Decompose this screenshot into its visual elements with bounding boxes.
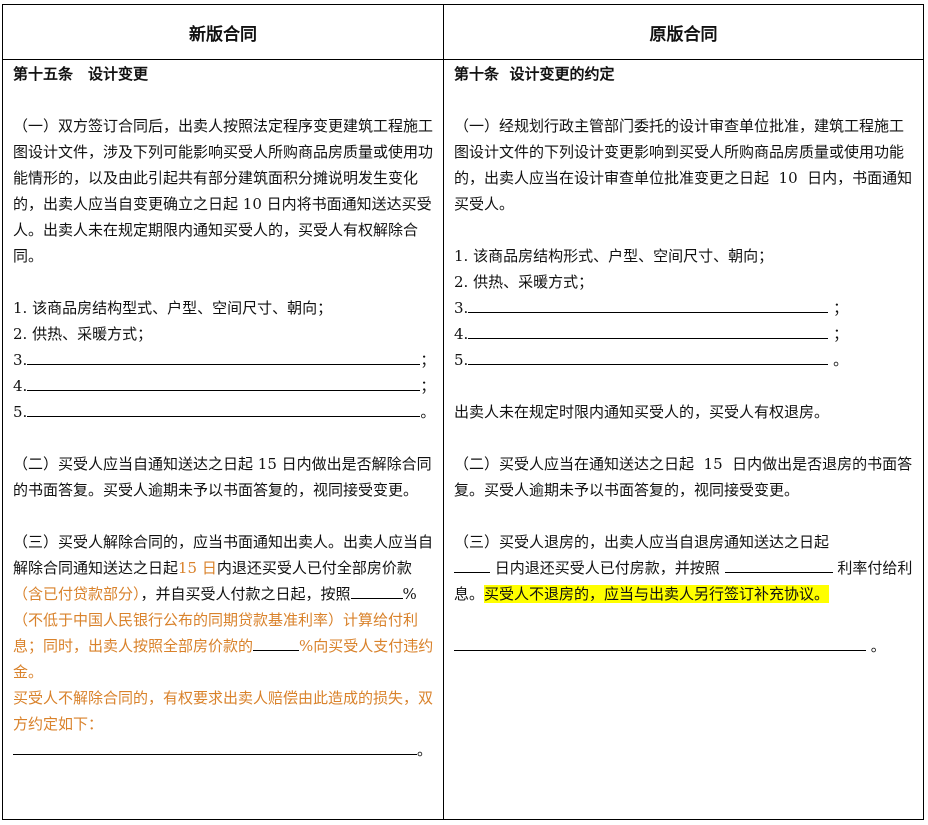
orig-item-5: 5. 。 [454,347,916,373]
new-item-1: 1. 该商品房结构型式、户型、空间尺寸、朝向； [13,299,333,317]
new-clause-3: （三）买受人解除合同的，应当书面通知出卖人。出卖人应当自解除合同通知送达之日起1… [13,533,434,681]
new-contract-cell: 第十五条 设计变更 （一）双方签订合同后，出卖人按照法定程序变更建筑工程施工图设… [13,61,437,763]
header-new-contract: 新版合同 [189,24,257,45]
new-item-2: 2. 供热、采暖方式； [13,325,153,343]
orig-clause-1: （一）经规划行政主管部门委托的设计审查单位批准，建筑工程施工图设计文件的下列设计… [454,117,913,213]
orig-clause-2: （二）买受人应当在通知送达之日起 15 日内做出是否退房的书面答复。买受人逾期未… [454,455,913,499]
new-clause-3-no-cancel: 买受人不解除合同的，有权要求出卖人赔偿由此造成的损失，双方约定如下： [13,689,434,733]
orig-late-notice: 出卖人未在规定时限内通知买受人的，买受人有权退房。 [454,403,830,421]
new-article-title: 第十五条 设计变更 [13,65,149,83]
original-contract-cell: 第十条 设计变更的约定 （一）经规划行政主管部门委托的设计审查单位批准，建筑工程… [454,61,916,659]
column-divider [443,5,444,819]
new-clause-2: （二）买受人应当自通知送达之日起 15 日内做出是否解除合同的书面答复。买受人逾… [13,455,432,499]
orig-item-2: 2. 供热、采暖方式； [454,273,594,291]
header-divider [3,59,923,60]
orig-highlight: 买受人不退房的，应当与出卖人另行签订补充协议。 [484,585,830,603]
orig-item-3: 3. ； [454,295,916,321]
orig-article-title: 第十条 设计变更的约定 [454,65,615,83]
orig-item-4: 4. ； [454,321,916,347]
new-item-5: 5.。 [13,399,437,425]
orig-clause-3-blank: 。 [454,633,916,659]
new-clause-1: （一）双方签订合同后，出卖人按照法定程序变更建筑工程施工图设计文件，涉及下列可能… [13,117,434,265]
comparison-table: 新版合同 原版合同 第十五条 设计变更 （一）双方签订合同后，出卖人按照法定程序… [2,4,924,820]
orig-clause-3: （三）买受人退房的，出卖人应当自退房通知送达之日起 日内退还买受人已付房款，并按… [454,533,913,603]
new-item-3: 3.； [13,347,437,373]
new-clause-3-blank: 。 [13,737,437,763]
header-original-contract: 原版合同 [649,24,718,45]
orig-item-1: 1. 该商品房结构形式、户型、空间尺寸、朝向； [454,247,774,265]
new-item-4: 4.； [13,373,437,399]
